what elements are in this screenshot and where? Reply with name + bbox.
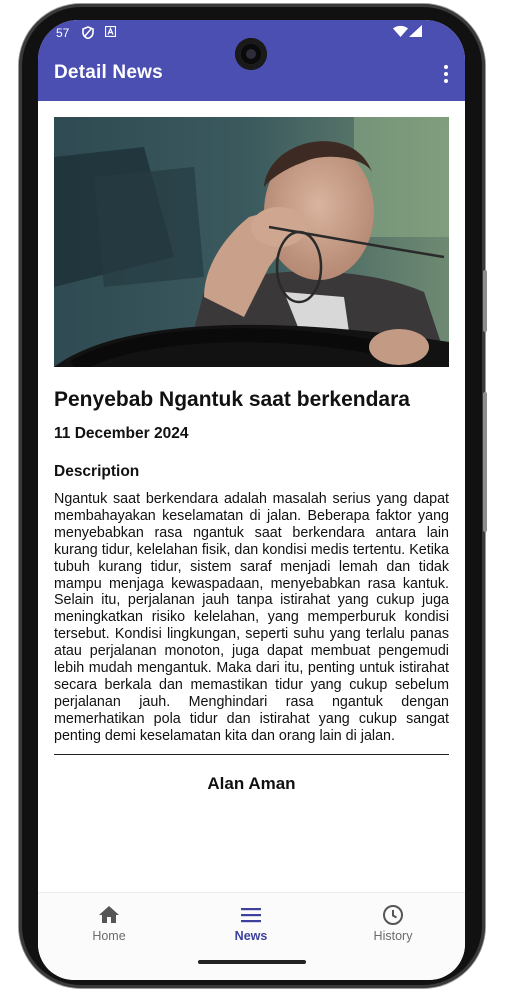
gesture-bar[interactable] (198, 960, 306, 964)
history-icon (383, 905, 403, 925)
volume-button (483, 392, 487, 532)
nav-label-news: News (234, 929, 268, 943)
news-icon (241, 908, 261, 923)
shield-icon (82, 26, 94, 42)
bottom-navigation: Home News History (38, 892, 465, 951)
phone-screen: 57 Detail News Penyebab Ngantuk saat ber… (38, 20, 465, 980)
status-time: 57 (56, 26, 70, 40)
app-bar: 57 Detail News (38, 20, 465, 101)
article-description: Ngantuk saat berkendara adalah masalah s… (54, 491, 449, 744)
power-button (483, 270, 487, 332)
article-date: 11 December 2024 (54, 425, 189, 442)
article-image (54, 117, 449, 367)
nav-item-history[interactable]: History (322, 893, 464, 951)
description-heading: Description (54, 463, 140, 480)
nav-label-home: Home (92, 929, 126, 943)
home-icon (99, 906, 119, 923)
article-author: Alan Aman (207, 773, 296, 793)
nav-label-history: History (373, 929, 413, 943)
page-title: Detail News (54, 62, 163, 83)
divider (54, 753, 449, 755)
article-title: Penyebab Ngantuk saat berkendara (54, 388, 410, 411)
gesture-area (38, 950, 465, 980)
font-icon (104, 25, 117, 40)
nav-item-home[interactable]: Home (38, 893, 180, 951)
article-content: Penyebab Ngantuk saat berkendara 11 Dece… (54, 117, 449, 794)
more-vert-icon[interactable] (441, 64, 451, 84)
front-camera (235, 38, 267, 70)
signal-icon (409, 25, 422, 40)
nav-item-news[interactable]: News (180, 893, 322, 951)
wifi-icon (393, 25, 408, 40)
